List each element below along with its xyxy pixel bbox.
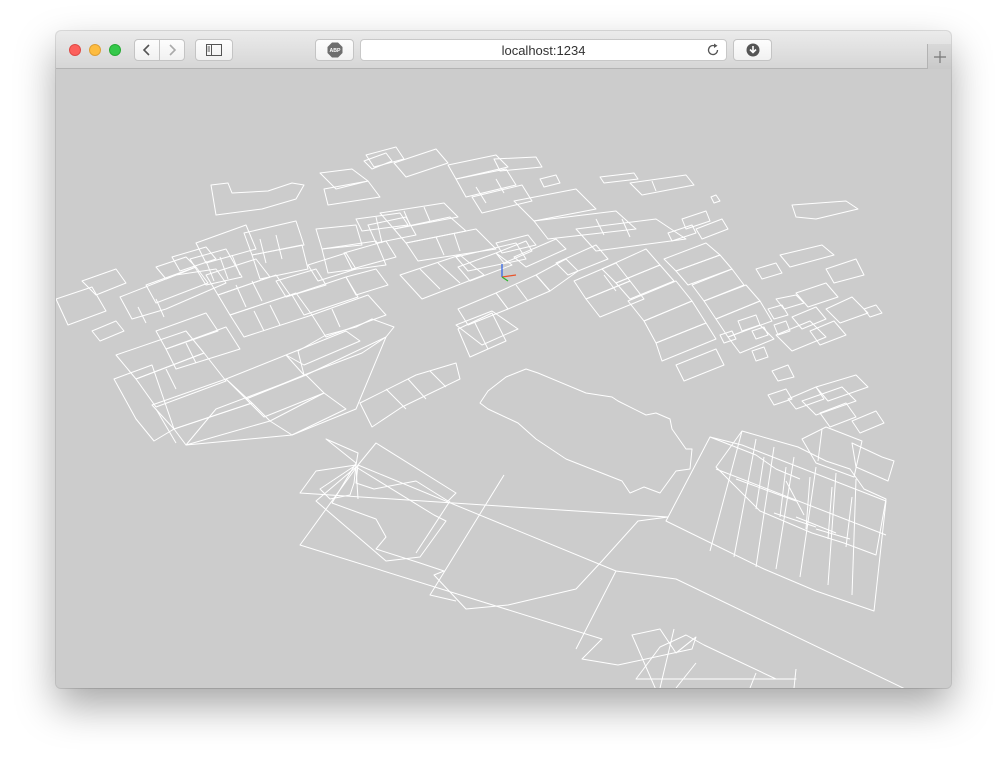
chevron-left-icon	[142, 44, 150, 56]
axis-z-line	[501, 276, 509, 282]
plus-icon	[933, 50, 946, 63]
download-icon	[746, 43, 759, 57]
close-window-button[interactable]	[69, 44, 81, 56]
back-button[interactable]	[134, 39, 160, 61]
map-canvas[interactable]	[56, 69, 951, 688]
zoom-window-button[interactable]	[109, 44, 121, 56]
new-tab-button[interactable]	[927, 44, 951, 69]
chevron-right-icon	[169, 44, 177, 56]
axis-x-line	[501, 274, 517, 278]
downloads-button[interactable]	[733, 39, 772, 61]
url-text: localhost:1234	[501, 43, 586, 58]
minimize-window-button[interactable]	[89, 44, 101, 56]
adblock-button[interactable]: ABP	[315, 39, 354, 61]
adblock-label: ABP	[329, 48, 340, 54]
parcel-outlines-scene[interactable]	[56, 69, 951, 688]
browser-window: ABP localhost:1234	[56, 31, 951, 688]
reload-icon[interactable]	[706, 43, 720, 57]
adblock-icon: ABP	[327, 42, 342, 58]
address-bar[interactable]: localhost:1234	[360, 39, 727, 61]
forward-button[interactable]	[159, 39, 185, 61]
sidebar-button[interactable]	[195, 39, 233, 61]
parcel-outlines	[56, 146, 905, 688]
sidebar-icon	[206, 44, 222, 56]
titlebar: ABP localhost:1234	[56, 31, 951, 69]
